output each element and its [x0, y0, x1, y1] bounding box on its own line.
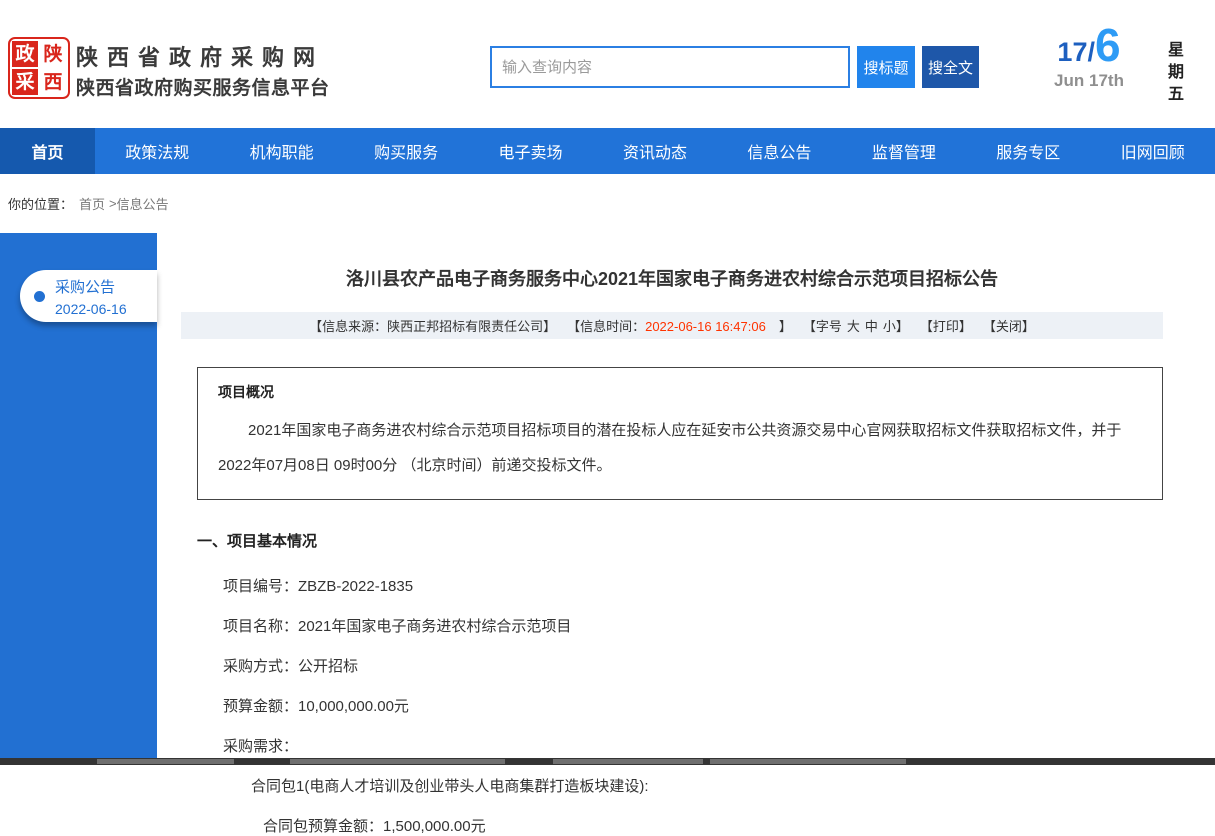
nav-item-supervision[interactable]: 监督管理 [842, 128, 966, 174]
requirements-label-line: 采购需求： [181, 735, 1163, 756]
breadcrumb-home-link[interactable]: 首页 [79, 194, 105, 213]
breadcrumb-current-link[interactable]: 信息公告 [117, 194, 169, 213]
nav-item-service-zone[interactable]: 服务专区 [966, 128, 1090, 174]
logo-char: 陕 [40, 41, 66, 67]
article-meta-bar: 【信息来源：陕西正邦招标有限责任公司】 【信息时间：2022-06-16 16:… [181, 312, 1163, 339]
font-size-medium-button[interactable]: 中 [865, 319, 878, 334]
meta-time-value: 2022-06-16 16:47:06 [645, 319, 766, 334]
breadcrumb-prefix: 你的位置： [8, 194, 73, 213]
search-title-button[interactable]: 搜标题 [857, 46, 915, 88]
site-header: 政 陕 采 西 陕西省政府采购网 陕西省政府购买服务信息平台 搜标题 搜全文 1… [0, 0, 1215, 128]
nav-item-functions[interactable]: 机构职能 [219, 128, 343, 174]
search-fulltext-button[interactable]: 搜全文 [922, 46, 979, 88]
print-button[interactable]: 【打印】 [920, 316, 972, 335]
section-basic-info-heading: 一、项目基本情况 [197, 530, 1163, 551]
sidebar-category-date: 2022-06-16 [55, 301, 127, 317]
project-number-line: 项目编号：ZBZB-2022-1835 [181, 575, 1163, 596]
budget-line: 预算金额：10,000,000.00元 [181, 695, 1163, 716]
close-button[interactable]: 【关闭】 [983, 316, 1035, 335]
meta-time-suffix: 】 [766, 319, 792, 334]
date-separator: / [1087, 37, 1095, 68]
date-day: 17 [1057, 37, 1087, 68]
breadcrumb-separator: > [109, 196, 117, 211]
site-name: 陕西省政府采购网 [76, 40, 324, 72]
date-widget: 17 / 6 Jun 17th [1038, 22, 1140, 91]
meta-time: 【信息时间：2022-06-16 16:47:06 】 [567, 316, 792, 335]
font-size-large-button[interactable]: 大 [847, 319, 860, 334]
logo-char: 采 [12, 69, 38, 95]
package1-line: 合同包1(电商人才培训及创业带头人电商集群打造板块建设): [181, 775, 1163, 796]
logo-char: 西 [40, 69, 66, 95]
font-size-small-button[interactable]: 小 [883, 319, 896, 334]
nav-item-policy[interactable]: 政策法规 [95, 128, 219, 174]
font-size-suffix: 】 [896, 319, 909, 334]
article: 洛川县农产品电子商务服务中心2021年国家电子商务进农村综合示范项目招标公告 【… [157, 233, 1215, 836]
meta-source: 【信息来源：陕西正邦招标有限责任公司】 [309, 316, 556, 335]
logo-char: 政 [12, 41, 38, 67]
overview-heading: 项目概况 [218, 382, 1142, 402]
nav-item-old-site[interactable]: 旧网回顾 [1091, 128, 1215, 174]
cutoff-table-top-edge [0, 758, 1215, 765]
content-area: 采购公告 2022-06-16 洛川县农产品电子商务服务中心2021年国家电子商… [0, 233, 1215, 765]
project-overview-box: 项目概况 2021年国家电子商务进农村综合示范项目招标项目的潜在投标人应在延安市… [197, 367, 1163, 500]
site-logo-seal-icon: 政 陕 采 西 [8, 37, 70, 99]
meta-font-size-controls: 【字号大中小】 [803, 316, 909, 335]
nav-item-e-marketplace[interactable]: 电子卖场 [468, 128, 592, 174]
main-nav: 首页 政策法规 机构职能 购买服务 电子卖场 资讯动态 信息公告 监督管理 服务… [0, 128, 1215, 174]
sidebar: 采购公告 2022-06-16 [0, 233, 157, 758]
bullet-dot-icon [34, 291, 45, 302]
nav-item-announcements[interactable]: 信息公告 [717, 128, 841, 174]
meta-time-prefix: 【信息时间： [567, 319, 645, 334]
sidebar-item-procurement-announcement[interactable]: 采购公告 2022-06-16 [20, 270, 157, 322]
site-tagline: 陕西省政府购买服务信息平台 [76, 73, 330, 100]
article-title: 洛川县农产品电子商务服务中心2021年国家电子商务进农村综合示范项目招标公告 [181, 233, 1163, 291]
nav-item-purchase-services[interactable]: 购买服务 [344, 128, 468, 174]
project-name-line: 项目名称：2021年国家电子商务进农村综合示范项目 [181, 615, 1163, 636]
nav-item-home[interactable]: 首页 [0, 128, 95, 174]
font-size-prefix: 【字号 [803, 319, 842, 334]
date-weekday: 星期五 [1165, 40, 1187, 106]
search-input[interactable] [490, 46, 850, 88]
sidebar-category-label: 采购公告 [55, 276, 127, 297]
date-english: Jun 17th [1038, 71, 1140, 91]
nav-item-news[interactable]: 资讯动态 [593, 128, 717, 174]
breadcrumb: 你的位置： 首页 > 信息公告 [0, 174, 1215, 233]
overview-body: 2021年国家电子商务进农村综合示范项目招标项目的潜在投标人应在延安市公共资源交… [218, 413, 1142, 483]
package1-budget-line: 合同包预算金额：1,500,000.00元 [181, 815, 1163, 836]
date-month: 6 [1095, 22, 1121, 68]
procurement-method-line: 采购方式：公开招标 [181, 655, 1163, 676]
